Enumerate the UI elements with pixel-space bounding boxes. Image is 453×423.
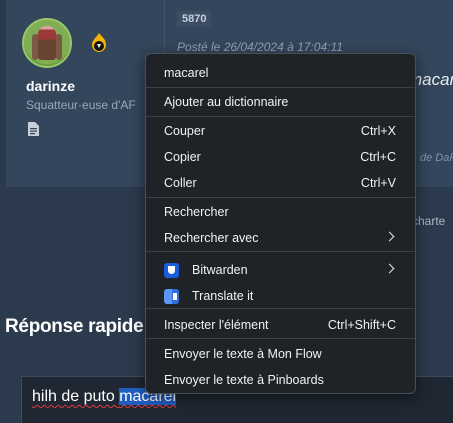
avatar-figure xyxy=(32,26,62,60)
document-icon[interactable] xyxy=(28,122,39,136)
menu-item-label: Envoyer le texte à Pinboards xyxy=(164,373,324,387)
menu-item-label: Inspecter l'élément xyxy=(164,318,269,332)
menu-separator xyxy=(146,197,415,198)
post-edit-note: de DaR xyxy=(420,152,453,164)
menu-item-shortcut: Ctrl+V xyxy=(360,176,396,190)
translate-icon xyxy=(164,289,179,304)
menu-item-inspect[interactable]: Inspecter l'élément Ctrl+Shift+C xyxy=(146,312,415,338)
menu-separator xyxy=(146,308,415,309)
flame-badge-icon xyxy=(92,33,106,52)
chevron-right-icon xyxy=(384,231,395,242)
menu-separator xyxy=(146,116,415,117)
menu-item-bitwarden[interactable]: Bitwarden xyxy=(146,257,415,283)
menu-separator xyxy=(146,87,415,88)
menu-item-label: Bitwarden xyxy=(192,263,248,277)
menu-item-translate-it[interactable]: Translate it xyxy=(146,283,415,309)
menu-item-copy[interactable]: Copier Ctrl+C xyxy=(146,144,415,170)
menu-item-label: Ajouter au dictionnaire xyxy=(164,95,289,109)
menu-item-shortcut: Ctrl+C xyxy=(360,150,396,164)
post-number-badge[interactable]: 5870 xyxy=(177,11,212,27)
menu-item-shortcut: Ctrl+X xyxy=(360,124,396,138)
post-author-rank: Squatteur·euse d'AF xyxy=(26,98,136,112)
avatar[interactable] xyxy=(22,18,72,68)
charte-link[interactable]: charte xyxy=(412,214,445,228)
menu-item-label: macarel xyxy=(164,66,209,80)
editor-text-before: hilh de puto xyxy=(32,388,120,405)
menu-item-label: Copier xyxy=(164,150,201,164)
menu-item-label: Rechercher avec xyxy=(164,231,259,245)
menu-separator xyxy=(146,338,415,339)
menu-item-search[interactable]: Rechercher xyxy=(146,199,415,225)
context-menu: macarel Ajouter au dictionnaire Couper Ct… xyxy=(145,53,416,394)
menu-item-label: Rechercher xyxy=(164,205,229,219)
menu-item-send-pinboards[interactable]: Envoyer le texte à Pinboards xyxy=(146,367,415,393)
bitwarden-icon xyxy=(164,263,179,278)
chevron-right-icon xyxy=(384,263,395,274)
post-author-name[interactable]: darinze xyxy=(26,78,75,94)
quick-reply-title: Réponse rapide xyxy=(5,316,144,337)
menu-item-add-to-dictionary[interactable]: Ajouter au dictionnaire xyxy=(146,89,415,115)
menu-item-label: Envoyer le texte à Mon Flow xyxy=(164,347,322,361)
menu-item-label: Couper xyxy=(164,124,205,138)
menu-item-label: Coller xyxy=(164,176,197,190)
menu-item-suggestion[interactable]: macarel xyxy=(146,60,415,86)
menu-separator xyxy=(146,251,415,252)
menu-item-shortcut: Ctrl+Shift+C xyxy=(327,318,396,332)
menu-item-search-with[interactable]: Rechercher avec xyxy=(146,225,415,251)
menu-item-paste[interactable]: Coller Ctrl+V xyxy=(146,170,415,196)
post-date: Posté le 26/04/2024 à 17:04:11 xyxy=(177,40,343,54)
menu-item-label: Translate it xyxy=(192,289,254,303)
menu-item-cut[interactable]: Couper Ctrl+X xyxy=(146,118,415,144)
menu-item-send-mon-flow[interactable]: Envoyer le texte à Mon Flow xyxy=(146,341,415,367)
